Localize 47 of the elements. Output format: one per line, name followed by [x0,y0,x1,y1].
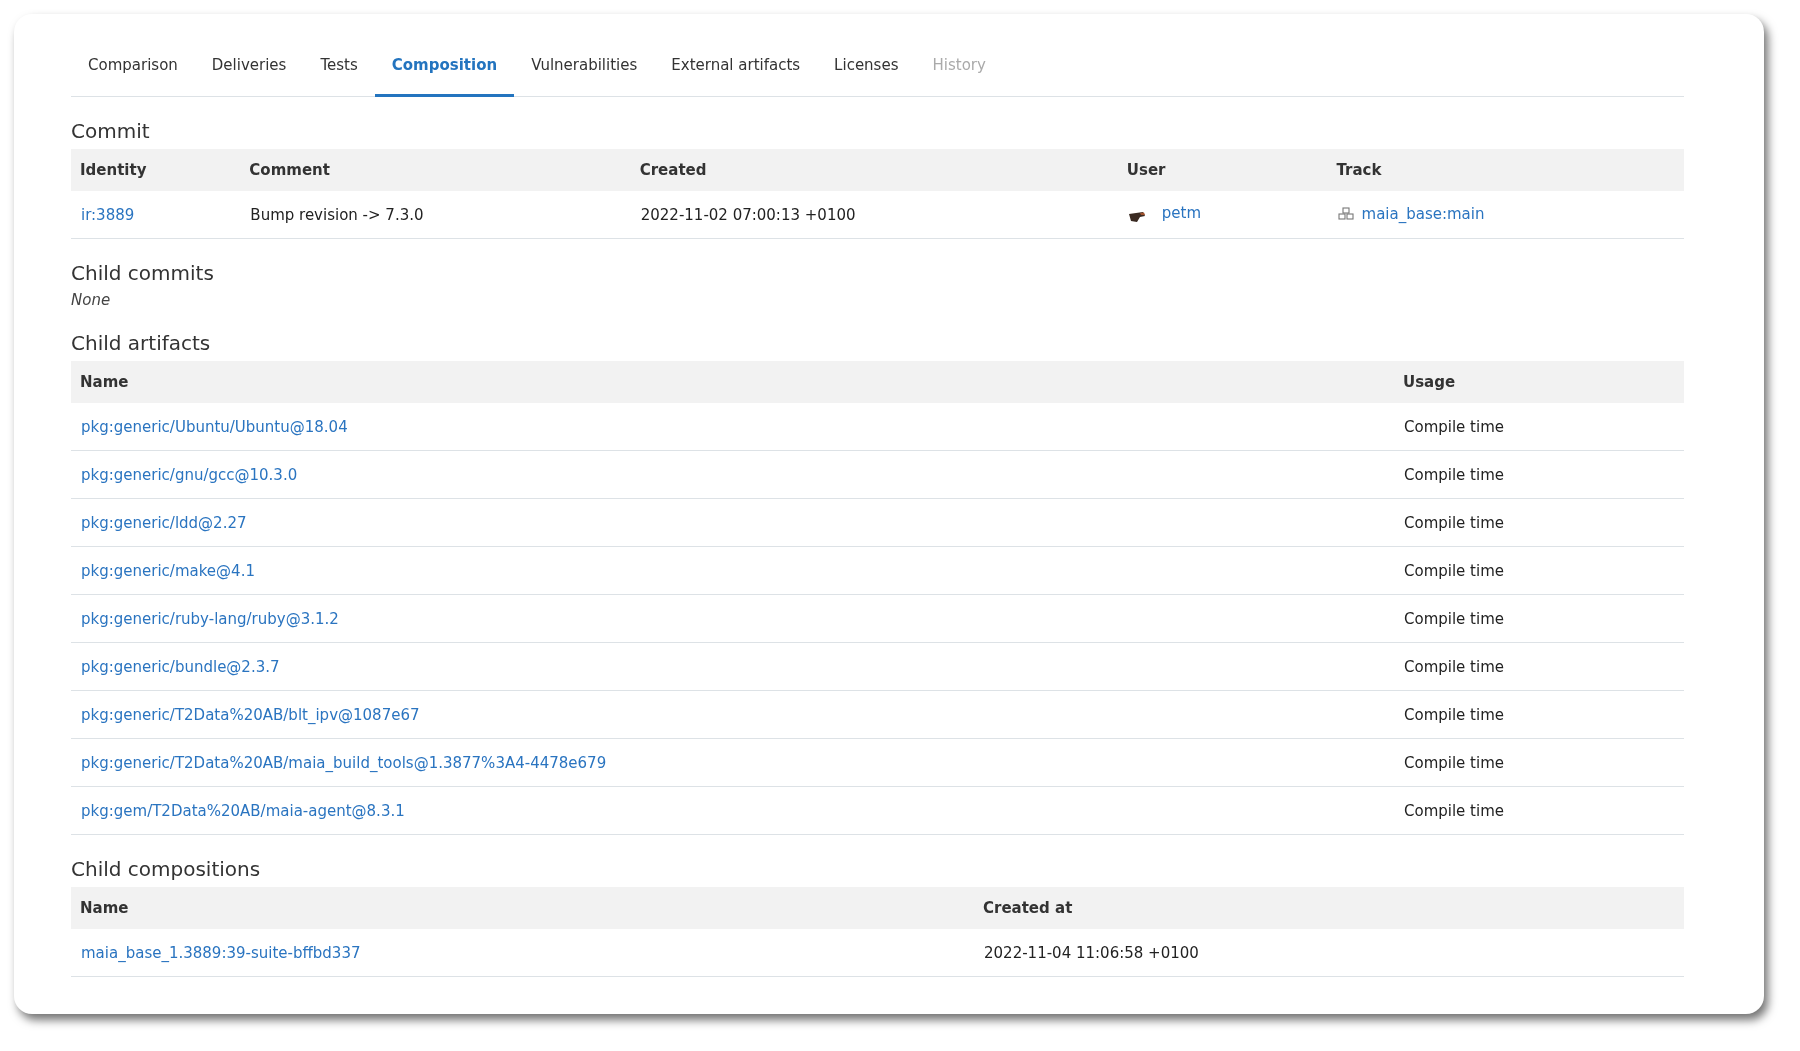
table-cell: Compile time [1404,753,1504,772]
user-link[interactable]: petm [1161,203,1202,222]
table-cell: Compile time [1404,513,1504,532]
tab[interactable]: Licenses [817,36,916,97]
column-header: Track [1327,149,1684,191]
section-heading: Commit [71,119,151,143]
table-cell: Compile time [1404,417,1504,436]
table-cell: Compile time [1404,705,1504,724]
tab[interactable]: Vulnerabilities [514,36,655,97]
artifact-link[interactable]: pkg:generic/Ubuntu/Ubuntu@18.04 [81,417,348,436]
artifact-link[interactable]: pkg:generic/bundle@2.3.7 [81,657,280,676]
column-header: Identity [71,149,241,191]
table-cell: Bump revision -> 7.3.0 [250,205,424,224]
section-heading: Child artifacts [71,331,212,355]
empty-text: None [71,291,112,309]
tab[interactable]: Comparison [71,36,195,97]
artifact-link[interactable]: pkg:generic/ldd@2.27 [81,513,247,532]
section-heading: Child commits [71,261,215,285]
table-cell: Compile time [1404,657,1504,676]
table-cell: Compile time [1404,465,1504,484]
table-cell: Compile time [1404,801,1504,820]
tab[interactable]: Composition [374,36,515,97]
artifact-link[interactable]: pkg:generic/gnu/gcc@10.3.0 [81,465,298,484]
tab[interactable]: Tests [303,36,375,97]
column-header: Name [71,361,1394,403]
table-cell: 2022-11-02 07:00:13 +0100 [640,205,856,224]
column-header: Name [71,887,974,929]
composition-link[interactable]: maia_base_1.3889:39-suite-bffbd337 [81,943,361,962]
column-header: User [1117,149,1328,191]
tab[interactable]: Deliveries [194,36,304,97]
column-header: Created at [974,887,1684,929]
tab[interactable]: External artifacts [654,36,818,97]
boxes-icon [1337,206,1354,221]
table-cell: 2022-11-04 11:06:58 +0100 [984,943,1199,962]
artifact-link[interactable]: pkg:generic/ruby-lang/ruby@3.1.2 [81,609,339,628]
table-cell: Compile time [1404,561,1504,580]
artifact-link[interactable]: pkg:generic/T2Data%20AB/blt_ipv@1087e67 [81,705,420,724]
section-heading: Child compositions [71,857,262,881]
track-link[interactable]: maia_base:main [1361,204,1485,223]
column-header: Created [630,149,1118,191]
identity-link[interactable]: ir:3889 [81,205,135,224]
column-header: Usage [1394,361,1684,403]
artifact-link[interactable]: pkg:generic/T2Data%20AB/maia_build_tools@1.3877%3A4-4478e679 [81,753,607,772]
table-cell: Compile time [1404,609,1504,628]
artifact-link[interactable]: pkg:gem/T2Data%20AB/maia-agent@8.3.1 [81,801,405,820]
column-header: Comment [240,149,631,191]
artifact-link[interactable]: pkg:generic/make@4.1 [81,561,255,580]
